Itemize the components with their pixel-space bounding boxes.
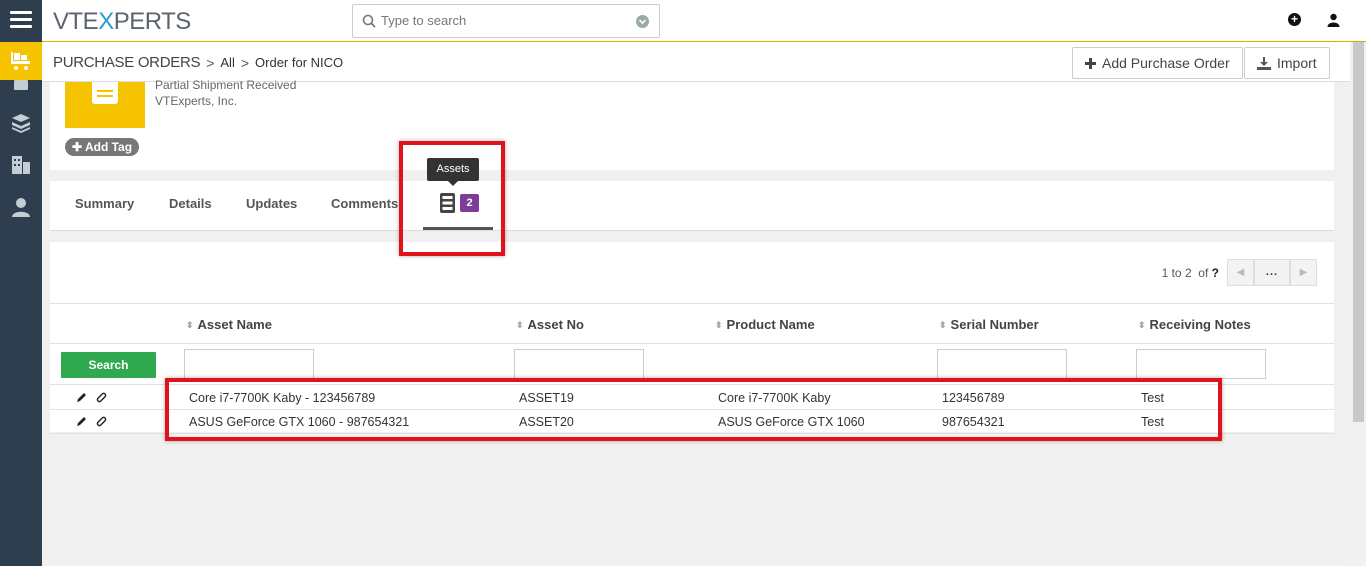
table-row[interactable]: Core i7-7700K Kaby - 123456789 ASSET19 C…: [50, 386, 1334, 410]
add-tag-button[interactable]: ✚ Add Tag: [65, 138, 140, 156]
scrollbar-thumb[interactable]: [1353, 42, 1364, 422]
module-name[interactable]: PURCHASE ORDERS: [53, 54, 201, 71]
assets-tooltip: Assets: [427, 158, 479, 186]
assets-icon: [440, 193, 455, 213]
filter-row: Search: [50, 345, 1334, 385]
cell-product-name[interactable]: ASUS GeForce GTX 1060: [718, 415, 865, 429]
edit-icon[interactable]: [76, 391, 87, 407]
record-image: [65, 82, 145, 128]
app-logo[interactable]: VTEXPERTS: [53, 8, 191, 36]
col-asset-no[interactable]: ⬍ Asset No: [516, 317, 584, 332]
assets-count-badge: 2: [460, 194, 479, 212]
next-page-button[interactable]: ▶: [1290, 259, 1317, 286]
breadcrumb: PURCHASE ORDERS > All > Order for NICO: [53, 54, 344, 71]
crumb-all[interactable]: All: [220, 55, 234, 70]
filter-receiving-notes[interactable]: [1136, 349, 1266, 379]
cell-receiving-notes: Test: [1141, 415, 1164, 429]
col-receiving-notes[interactable]: ⬍ Receiving Notes: [1138, 317, 1251, 332]
tab-details[interactable]: Details: [169, 196, 212, 211]
sort-icon: ⬍: [715, 320, 723, 330]
tab-summary[interactable]: Summary: [75, 196, 134, 211]
link-icon[interactable]: [95, 415, 108, 431]
document-icon: [92, 82, 118, 104]
link-icon[interactable]: [95, 391, 108, 407]
cell-serial-number: 123456789: [942, 391, 1005, 405]
record-status: Partial Shipment Received: [155, 78, 297, 92]
vertical-scrollbar[interactable]: [1350, 42, 1366, 566]
pagination: 1 to 2 of ? ◀ ... ▶: [1162, 259, 1317, 286]
user-icon[interactable]: [1327, 13, 1340, 27]
tab-comments[interactable]: Comments: [331, 196, 398, 211]
global-search[interactable]: [352, 4, 660, 38]
quick-create-icon[interactable]: +: [1288, 13, 1301, 26]
layers-icon[interactable]: [10, 112, 32, 134]
prev-page-button[interactable]: ◀: [1227, 259, 1254, 286]
edit-icon[interactable]: [76, 415, 87, 431]
page-range: 1 to 2 of ?: [1161, 265, 1219, 280]
col-asset-name[interactable]: ⬍ Asset Name: [186, 317, 272, 332]
cell-asset-name[interactable]: Core i7-7700K Kaby - 123456789: [189, 391, 375, 405]
cell-asset-no: ASSET20: [519, 415, 574, 429]
cell-asset-no: ASSET19: [519, 391, 574, 405]
cell-receiving-notes: Test: [1141, 391, 1164, 405]
sort-icon: ⬍: [939, 320, 947, 330]
rail-item-purchase-orders[interactable]: [0, 42, 42, 80]
sort-icon: ⬍: [1138, 320, 1146, 330]
module-header: PURCHASE ORDERS > All > Order for NICO A…: [42, 42, 1366, 82]
cart-icon: [11, 52, 30, 70]
calculator-icon[interactable]: [10, 80, 32, 102]
menu-icon[interactable]: [10, 11, 32, 29]
cell-asset-name[interactable]: ASUS GeForce GTX 1060 - 987654321: [189, 415, 409, 429]
search-icon: [362, 14, 376, 28]
sort-icon: ⬍: [186, 320, 194, 330]
add-purchase-order-button[interactable]: Add Purchase Order: [1072, 47, 1243, 79]
search-input[interactable]: [381, 13, 621, 28]
tab-updates[interactable]: Updates: [246, 196, 297, 211]
download-icon: [1257, 56, 1271, 70]
search-options-icon[interactable]: [636, 15, 649, 28]
plus-icon: [1085, 57, 1096, 69]
filter-serial-number[interactable]: [937, 349, 1067, 379]
contact-icon[interactable]: [10, 196, 32, 218]
more-pages-button[interactable]: ...: [1254, 259, 1290, 286]
crumb-record: Order for NICO: [255, 55, 344, 70]
filter-asset-name[interactable]: [184, 349, 314, 379]
tab-assets[interactable]: 2: [423, 181, 493, 230]
sort-icon: ⬍: [516, 320, 524, 330]
table-row[interactable]: ASUS GeForce GTX 1060 - 987654321 ASSET2…: [50, 410, 1334, 434]
record-detail: Partial Shipment Received VTExperts, Inc…: [50, 78, 1334, 170]
import-button[interactable]: Import: [1244, 47, 1330, 79]
filter-asset-no[interactable]: [514, 349, 644, 379]
top-bar: VTEXPERTS +: [42, 0, 1366, 42]
assets-list: 1 to 2 of ? ◀ ... ▶ ⬍ Asset Name ⬍ Asset N…: [50, 242, 1334, 434]
record-organization: VTExperts, Inc.: [155, 94, 238, 108]
building-icon[interactable]: [10, 154, 32, 176]
left-rail: [0, 0, 42, 566]
cell-product-name[interactable]: Core i7-7700K Kaby: [718, 391, 831, 405]
search-button[interactable]: Search: [61, 352, 156, 378]
col-product-name[interactable]: ⬍ Product Name: [715, 317, 815, 332]
record-tabs: Summary Details Updates Comments 2: [50, 181, 1334, 231]
col-serial-number[interactable]: ⬍ Serial Number: [939, 317, 1039, 332]
cell-serial-number: 987654321: [942, 415, 1005, 429]
table-header: ⬍ Asset Name ⬍ Asset No ⬍ Product Name ⬍ Ser…: [50, 303, 1334, 344]
